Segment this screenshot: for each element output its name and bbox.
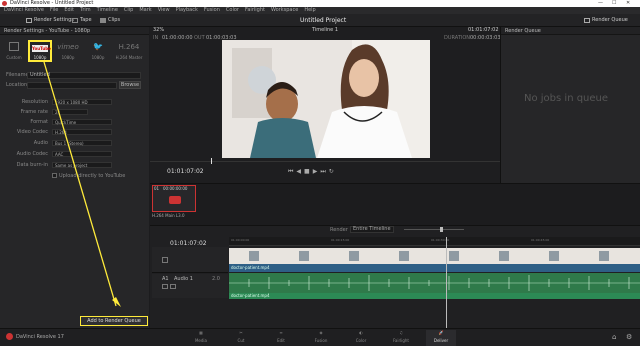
scrubber-track[interactable] <box>150 161 500 162</box>
ruler-tick: 01:00:45:00 <box>531 238 550 242</box>
media-icon: ▦ <box>199 330 203 335</box>
audio-clip-bar[interactable]: doctor-patient.mp4 <box>229 293 640 299</box>
fairlight-icon: ♫ <box>399 330 403 335</box>
audio-track-header: A1 Audio 1 2.0 <box>152 274 228 298</box>
in-label: IN <box>153 35 159 41</box>
page-fusion[interactable]: ◈ Fusion <box>308 330 334 346</box>
home-icon[interactable]: ⌂ <box>612 333 616 341</box>
page-label: Edit <box>277 338 285 343</box>
duration-timecode: 00:00:03:03 <box>470 35 501 41</box>
ruler-tick: 01:00:15:00 <box>331 238 350 242</box>
render-queue-header: Render Queue <box>501 27 640 35</box>
page-cut[interactable]: ✂ Cut <box>228 330 254 346</box>
zoom-slider-handle[interactable] <box>440 227 443 232</box>
color-icon: ◐ <box>359 330 363 335</box>
stop-icon[interactable]: ■ <box>304 168 313 175</box>
clip-timecode: 00:00:00:00 <box>163 186 188 191</box>
deliver-icon: 🚀 <box>438 330 444 335</box>
clip-number: 01 <box>154 186 160 191</box>
clip-play-icon <box>169 196 181 204</box>
edit-icon: ≡ <box>279 330 283 335</box>
transport-controls: ⏮◀■▶⏭↻ <box>288 168 337 176</box>
render-label: Render <box>330 227 348 233</box>
fusion-icon: ◈ <box>319 330 323 335</box>
audio-track-level: 2.0 <box>212 276 220 282</box>
ruler-tick: 01:00:00:00 <box>231 238 250 242</box>
page-fairlight[interactable]: ♫ Fairlight <box>388 330 414 346</box>
render-queue-empty: No jobs in queue <box>524 93 609 104</box>
viewer-timecode-top: 01:01:07:02 <box>468 27 499 33</box>
timeline-timecode: 01:01:07:02 <box>170 240 207 247</box>
video-track-header <box>152 247 228 273</box>
zoom-level[interactable]: 32% <box>153 27 164 33</box>
render-queue-panel: Render Queue <box>500 27 640 183</box>
page-label: Fairlight <box>392 338 409 343</box>
video-thumbnail-strip <box>229 248 640 264</box>
loop-icon[interactable]: ↻ <box>329 168 337 175</box>
page-color[interactable]: ◐ Color <box>348 330 374 346</box>
audio-clip[interactable] <box>229 273 640 293</box>
page-media[interactable]: ▦ Media <box>188 330 214 346</box>
mute-button[interactable] <box>170 284 176 289</box>
video-clip-name: doctor-patient.mp4 <box>231 265 270 270</box>
out-label: OUT <box>194 35 205 41</box>
audio-waveform <box>229 273 640 293</box>
page-deliver[interactable]: 🚀 Deliver <box>426 330 456 346</box>
page-edit[interactable]: ≡ Edit <box>268 330 294 346</box>
video-preview <box>222 40 430 158</box>
scrubber-playhead[interactable] <box>211 158 212 164</box>
timeline-selector[interactable]: Timeline 1 <box>312 27 338 33</box>
add-to-render-queue-button[interactable]: Add to Render Queue <box>80 316 148 326</box>
solo-button[interactable] <box>162 284 168 289</box>
audio-track-id: A1 <box>162 276 169 282</box>
video-track-icon <box>162 257 168 263</box>
video-clip-thumbnails[interactable] <box>229 248 640 264</box>
page-label: Media <box>194 338 207 343</box>
video-clip-bar[interactable]: doctor-patient.mp4 <box>229 264 640 272</box>
render-range-select[interactable]: Entire Timeline <box>350 226 394 233</box>
page-label: Fusion <box>314 338 328 343</box>
page-label: Deliver <box>433 338 449 343</box>
go-to-end-icon[interactable]: ⏭ <box>320 168 328 175</box>
clip-thumbnail[interactable]: 01 00:00:00:00 <box>152 185 196 212</box>
viewer-timecode: 01:01:07:02 <box>167 168 204 175</box>
timeline-zoom-slider[interactable] <box>404 229 464 230</box>
timeline-playhead[interactable] <box>446 237 447 328</box>
resolve-logo-icon <box>6 333 13 340</box>
page-label: Cut <box>237 338 245 343</box>
clips-strip <box>150 183 640 225</box>
in-timecode: 01:00:00:00 <box>162 35 193 41</box>
video-frame-image <box>222 40 430 158</box>
audio-clip-name: doctor-patient.mp4 <box>231 293 270 298</box>
cut-icon: ✂ <box>239 330 243 335</box>
reverse-icon[interactable]: ◀ <box>296 168 304 175</box>
page-label: Color <box>355 338 367 343</box>
clip-label: H.264 Main L3.0 <box>152 213 185 218</box>
brand-label: DaVinci Resolve 17 <box>16 334 64 340</box>
duration-label: DURATION <box>444 35 471 41</box>
settings-gear-icon[interactable]: ⚙ <box>626 333 632 341</box>
audio-track-name: Audio 1 <box>174 276 193 282</box>
